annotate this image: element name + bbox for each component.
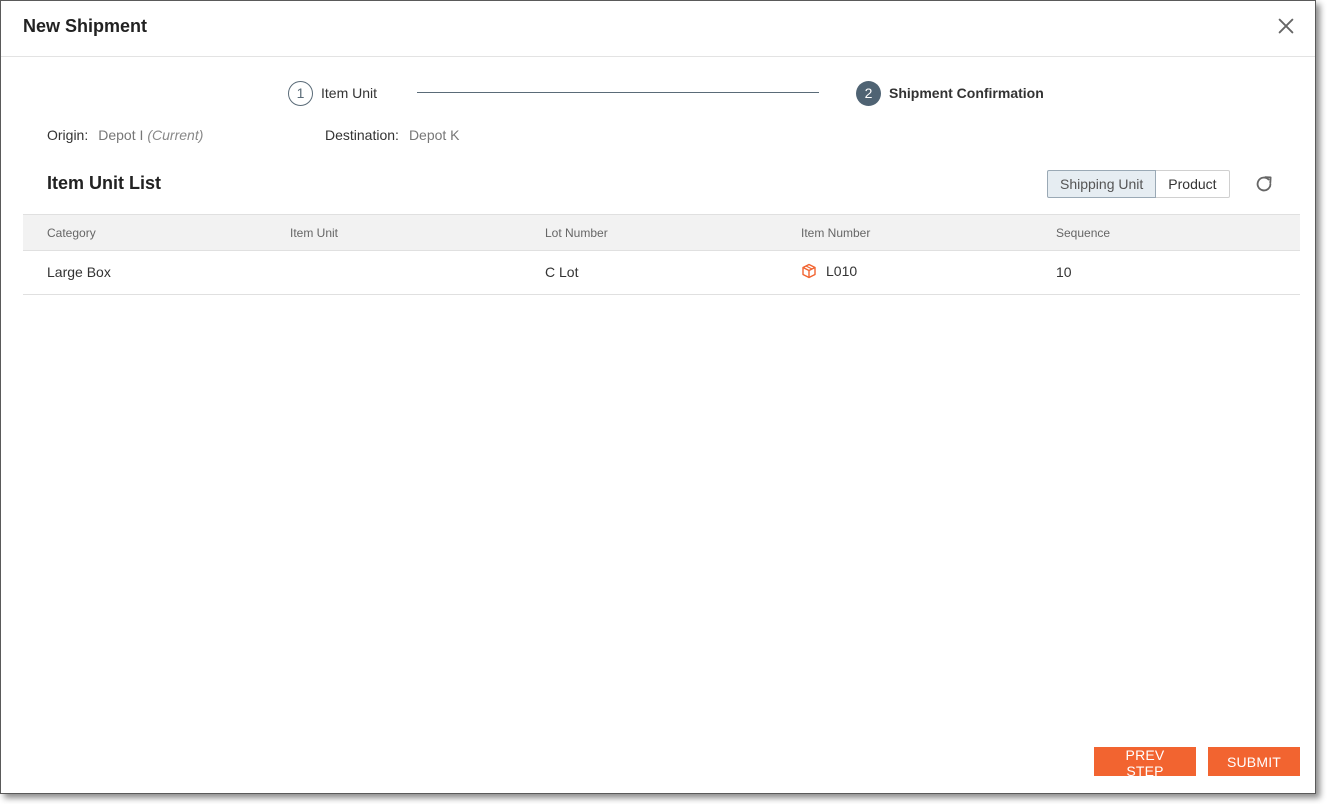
origin-label: Origin: (47, 127, 89, 143)
new-shipment-dialog: New Shipment 1 Item Unit 2 Shipment Conf… (0, 0, 1316, 794)
destination-value: Depot K (408, 127, 460, 143)
destination-info: Destination: Depot K (325, 127, 460, 143)
item-number-value: L010 (826, 263, 858, 279)
item-unit-list-title: Item Unit List (47, 173, 162, 193)
step-1-label: Item Unit (321, 85, 378, 101)
origin-current-note: (Current) (147, 127, 204, 143)
stepper: 1 Item Unit 2 Shipment Confirmation (1, 79, 1315, 109)
step-1-number: 1 (288, 80, 313, 106)
origin-info: Origin: Depot I (Current) (47, 127, 203, 143)
cell-category: Large Box (47, 264, 111, 280)
step-item-unit[interactable]: 1 Item Unit (288, 79, 377, 107)
column-lot-number[interactable]: Lot Number (545, 226, 608, 240)
column-item-number[interactable]: Item Number (801, 226, 870, 240)
close-icon[interactable] (1275, 15, 1297, 37)
dialog-header: New Shipment (1, 1, 1315, 57)
table-row[interactable]: Large Box C Lot L010 10 (23, 251, 1300, 295)
product-toggle[interactable]: Product (1156, 170, 1230, 198)
item-unit-table: Category Item Unit Lot Number Item Numbe… (23, 214, 1300, 295)
cell-item-number: L010 (801, 263, 857, 279)
column-item-unit[interactable]: Item Unit (290, 226, 338, 240)
cell-sequence: 10 (1056, 264, 1072, 280)
shipping-unit-toggle[interactable]: Shipping Unit (1047, 170, 1157, 198)
table-header: Category Item Unit Lot Number Item Numbe… (23, 214, 1300, 251)
origin-value: Depot I (98, 127, 144, 143)
column-category[interactable]: Category (47, 226, 96, 240)
step-2-label: Shipment Confirmation (889, 85, 1044, 101)
cell-lot-number: C Lot (545, 264, 579, 280)
column-sequence[interactable]: Sequence (1056, 226, 1110, 240)
refresh-icon[interactable] (1253, 173, 1275, 195)
step-shipment-confirmation[interactable]: 2 Shipment Confirmation (856, 79, 1044, 107)
box-icon (802, 263, 816, 279)
prev-step-button[interactable]: PREV STEP (1094, 747, 1196, 779)
destination-label: Destination: (325, 127, 399, 143)
step-connector (417, 92, 819, 93)
view-toggle: Shipping Unit Product (1047, 170, 1230, 198)
submit-button[interactable]: SUBMIT (1208, 747, 1300, 776)
step-2-number: 2 (856, 80, 881, 106)
dialog-title: New Shipment (23, 16, 148, 36)
